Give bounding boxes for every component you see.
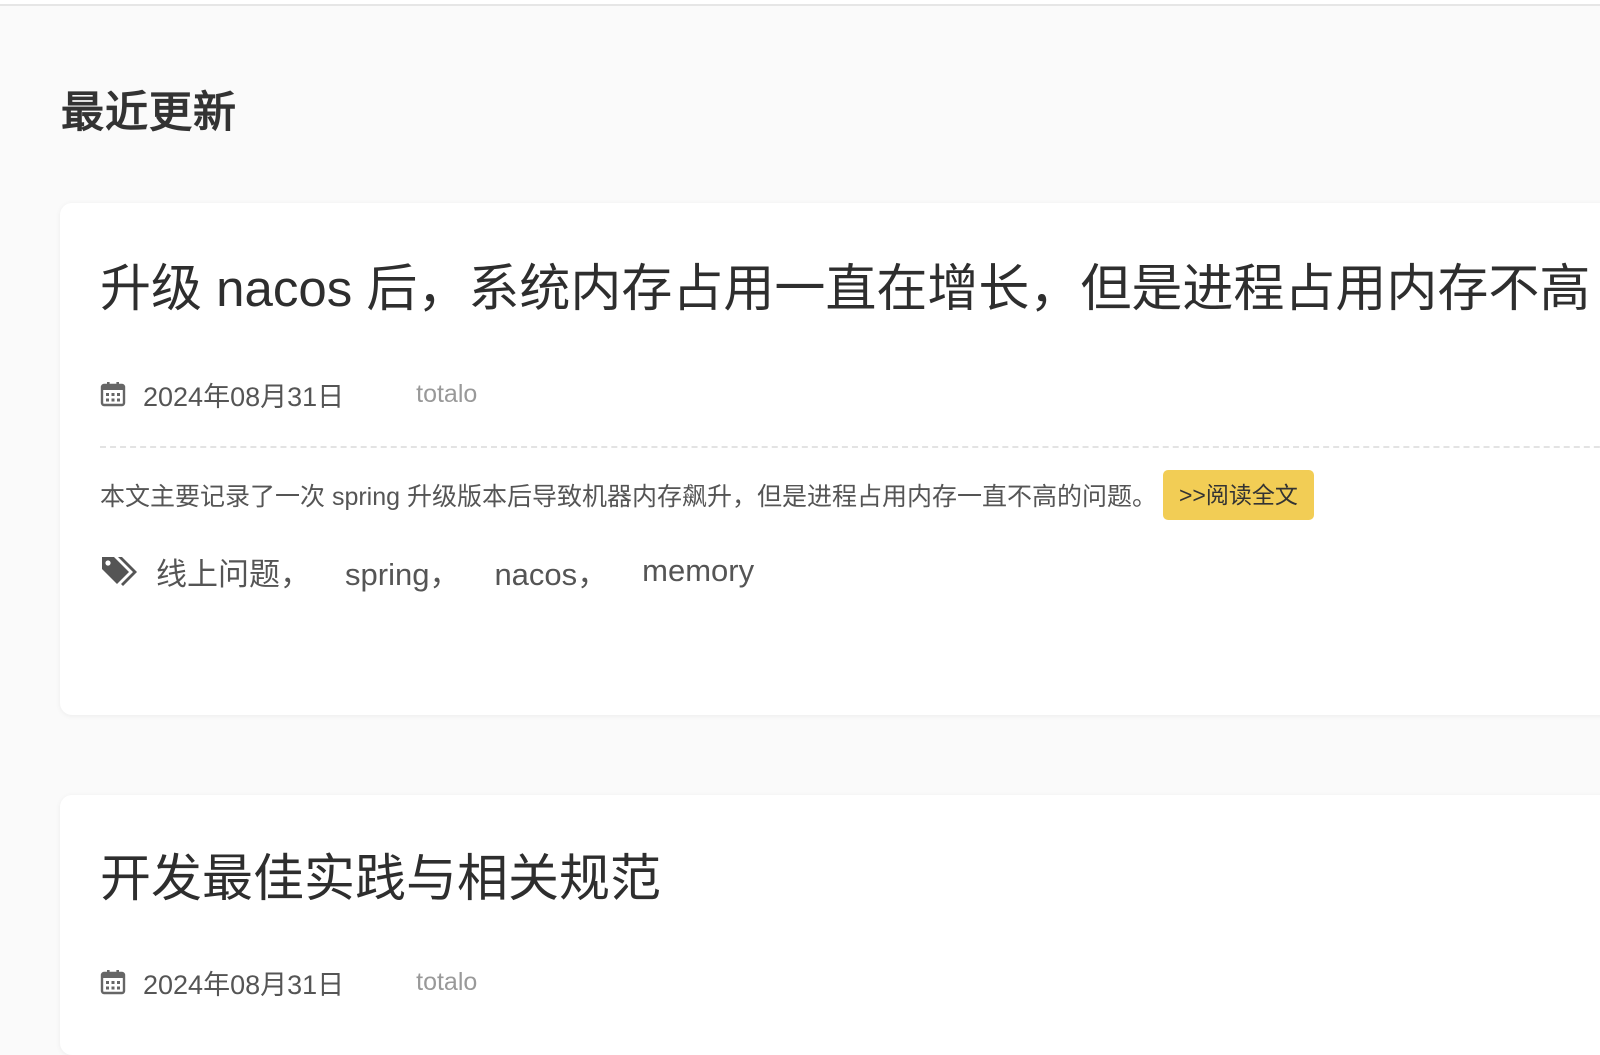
post-meta: 2024年08月31日 totalo	[100, 377, 477, 412]
post-meta: 2024年08月31日 totalo	[100, 965, 477, 1000]
post-title-link[interactable]: 开发最佳实践与相关规范	[100, 853, 661, 904]
post-card: 升级 nacos 后，系统内存占用一直在增长，但是进程占用内存不高 2024年0…	[60, 203, 1600, 715]
post-tags: 线上问题， spring， nacos， memory	[100, 549, 788, 593]
tag-link[interactable]: memory	[642, 553, 754, 589]
post-author[interactable]: totalo	[416, 380, 477, 409]
post-date: 2024年08月31日	[143, 969, 345, 1000]
section-title: 最近更新	[61, 89, 237, 137]
post-date: 2024年08月31日	[143, 381, 345, 412]
divider	[100, 446, 1600, 448]
top-border	[0, 0, 1600, 6]
tag-link[interactable]: 线上问题，	[156, 549, 311, 594]
post-title-link[interactable]: 升级 nacos 后，系统内存占用一直在增长，但是进程占用内存不高	[100, 263, 1590, 314]
post-summary: 本文主要记录了一次 spring 升级版本后导致机器内存飙升，但是进程占用内存一…	[100, 469, 1314, 521]
post-card: 开发最佳实践与相关规范 2024年08月31日 totalo	[60, 795, 1600, 1055]
read-more-button[interactable]: >>阅读全文	[1163, 470, 1314, 520]
tag-link[interactable]: nacos，	[494, 549, 608, 594]
calendar-icon	[100, 382, 126, 407]
tags-icon	[102, 557, 137, 586]
post-author[interactable]: totalo	[416, 968, 477, 997]
calendar-icon	[100, 970, 126, 995]
tag-link[interactable]: spring，	[345, 549, 460, 594]
summary-text: 本文主要记录了一次 spring 升级版本后导致机器内存飙升，但是进程占用内存一…	[100, 483, 1157, 511]
